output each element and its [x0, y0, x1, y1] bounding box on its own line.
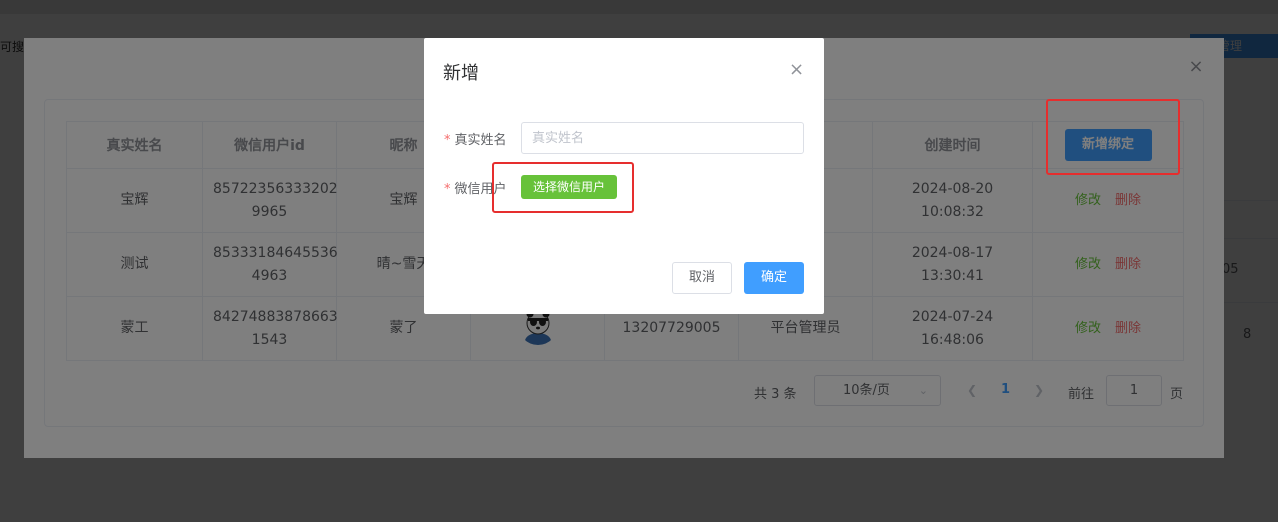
- highlight-box: [492, 162, 634, 213]
- real-name-input[interactable]: [521, 122, 804, 154]
- real-name-label: * 真实姓名: [444, 129, 507, 148]
- cancel-button[interactable]: 取消: [672, 262, 732, 294]
- close-icon[interactable]: ×: [789, 59, 804, 80]
- required-mark: *: [444, 182, 451, 197]
- highlight-box: [1046, 99, 1180, 175]
- confirm-button[interactable]: 确定: [744, 262, 804, 294]
- required-mark: *: [444, 133, 451, 148]
- dialog-title: 新增: [443, 63, 479, 84]
- real-name-label-text: 真实姓名: [454, 133, 507, 148]
